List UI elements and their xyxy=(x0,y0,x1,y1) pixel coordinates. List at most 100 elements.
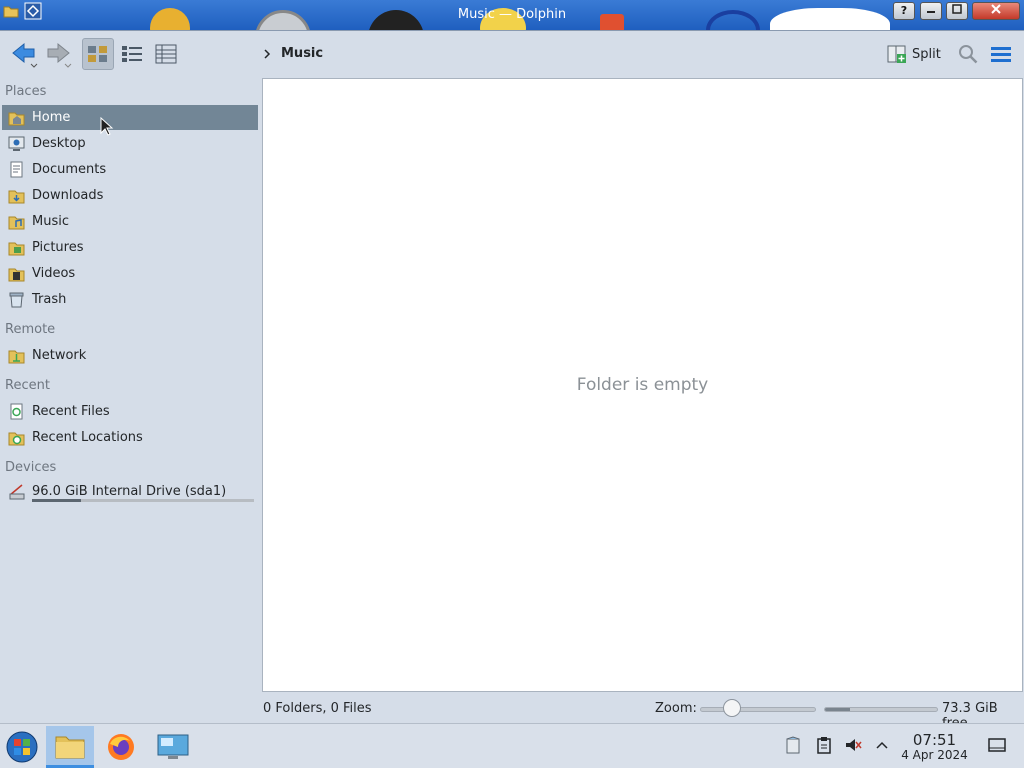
maximize-button[interactable] xyxy=(946,2,968,20)
show-desktop-button[interactable] xyxy=(988,736,1006,754)
title-bar[interactable]: Music — Dolphin ? xyxy=(0,0,1024,31)
section-title-devices: Devices xyxy=(5,460,57,475)
trash-icon xyxy=(8,291,25,308)
place-pictures[interactable]: Pictures xyxy=(2,235,258,260)
hamburger-menu-icon xyxy=(991,47,1011,62)
place-network[interactable]: Network xyxy=(2,343,258,368)
place-documents[interactable]: Documents xyxy=(2,157,258,182)
place-label: Recent Locations xyxy=(32,430,143,445)
place-label: Recent Files xyxy=(32,404,110,419)
place-music[interactable]: Music xyxy=(2,209,258,234)
tray-clipboard[interactable] xyxy=(815,736,833,754)
music-folder-icon xyxy=(8,213,25,230)
search-button[interactable] xyxy=(952,38,984,70)
taskbar: 07:51 4 Apr 2024 xyxy=(0,723,1024,768)
home-folder-icon xyxy=(8,109,25,126)
recent-files-icon xyxy=(8,403,25,420)
place-label: 96.0 GiB Internal Drive (sda1) xyxy=(32,484,227,499)
tray-expander[interactable] xyxy=(873,736,891,754)
downloads-folder-icon xyxy=(8,187,25,204)
documents-icon xyxy=(8,161,25,178)
compact-view-button[interactable] xyxy=(116,38,148,70)
chevron-up-icon xyxy=(876,741,888,749)
place-label: Pictures xyxy=(32,240,84,255)
zoom-label: Zoom: xyxy=(655,701,697,716)
videos-folder-icon xyxy=(8,265,25,282)
clock-date: 4 Apr 2024 xyxy=(901,748,968,762)
clock[interactable]: 07:51 4 Apr 2024 xyxy=(897,732,972,762)
show-desktop-icon xyxy=(988,738,1006,752)
place-label: Downloads xyxy=(32,188,104,203)
file-view[interactable]: Folder is empty xyxy=(262,78,1023,692)
file-manager-icon xyxy=(55,736,85,758)
vault-icon xyxy=(786,736,800,754)
place-recent-files[interactable]: Recent Files xyxy=(2,399,258,424)
place-videos[interactable]: Videos xyxy=(2,261,258,286)
desktop-icon xyxy=(8,135,25,152)
icons-view-button[interactable] xyxy=(82,38,114,70)
section-title-places: Places xyxy=(5,84,47,99)
breadcrumb-music[interactable]: Music xyxy=(281,46,323,61)
clipboard-icon xyxy=(817,737,831,754)
free-space-fill xyxy=(825,708,850,711)
tray-volume[interactable] xyxy=(844,736,862,754)
status-bar: 0 Folders, 0 Files Zoom: 73.3 GiB free xyxy=(262,698,1024,731)
place-recent-locations[interactable]: Recent Locations xyxy=(2,425,258,450)
drive-usage-fill xyxy=(32,499,81,502)
drive-usage-bar xyxy=(32,499,254,502)
firefox-icon xyxy=(108,734,134,760)
network-folder-icon xyxy=(8,347,25,364)
pictures-folder-icon xyxy=(8,239,25,256)
zoom-slider-handle[interactable] xyxy=(723,699,742,717)
place-downloads[interactable]: Downloads xyxy=(2,183,258,208)
place-label: Trash xyxy=(32,292,67,307)
clock-time: 07:51 xyxy=(912,731,957,749)
chevron-right-icon xyxy=(264,48,271,59)
toolbar: Music Split xyxy=(0,31,1024,77)
taskbar-dolphin[interactable] xyxy=(46,726,94,768)
compact-view-icon xyxy=(122,46,142,62)
start-orb-icon xyxy=(6,731,38,763)
places-panel: Places Home Desktop Documents Downloads … xyxy=(0,77,262,697)
start-menu-button[interactable] xyxy=(2,726,42,768)
minimize-button[interactable] xyxy=(920,2,942,20)
details-view-icon xyxy=(155,44,177,64)
hard-drive-icon xyxy=(8,483,25,500)
hamburger-menu-button[interactable] xyxy=(985,38,1017,70)
free-space-bar xyxy=(824,707,938,712)
taskbar-system-settings[interactable] xyxy=(150,726,196,768)
help-button[interactable]: ? xyxy=(893,2,915,20)
place-home[interactable]: Home xyxy=(2,105,258,130)
place-label: Music xyxy=(32,214,69,229)
split-button[interactable]: Split xyxy=(886,42,941,66)
window-title: Music — Dolphin xyxy=(457,7,567,22)
section-title-remote: Remote xyxy=(5,322,56,337)
zoom-slider[interactable] xyxy=(700,707,816,712)
system-settings-icon xyxy=(157,734,189,759)
details-view-button[interactable] xyxy=(150,38,182,70)
place-label: Videos xyxy=(32,266,76,281)
split-view-icon xyxy=(887,45,906,63)
empty-folder-message: Folder is empty xyxy=(576,375,709,395)
recent-locations-icon xyxy=(8,429,25,446)
search-icon xyxy=(959,45,978,64)
forward-arrow-icon xyxy=(47,42,72,68)
place-label: Desktop xyxy=(32,136,86,151)
taskbar-firefox[interactable] xyxy=(100,726,142,768)
mouse-cursor-icon xyxy=(100,117,114,136)
place-trash[interactable]: Trash xyxy=(2,287,258,312)
tray-vault[interactable] xyxy=(784,736,802,754)
folder-summary: 0 Folders, 0 Files xyxy=(263,701,372,716)
icons-view-icon xyxy=(88,46,107,62)
section-title-recent: Recent xyxy=(5,378,50,393)
volume-muted-icon xyxy=(846,739,862,751)
forward-button[interactable] xyxy=(42,38,74,70)
place-desktop[interactable]: Desktop xyxy=(2,131,258,156)
split-label: Split xyxy=(912,46,941,62)
place-label: Home xyxy=(32,110,71,125)
back-button[interactable] xyxy=(8,38,40,70)
place-label: Documents xyxy=(32,162,107,177)
breadcrumb[interactable]: Music xyxy=(263,46,323,61)
back-arrow-icon xyxy=(12,42,38,68)
close-button[interactable] xyxy=(972,2,1020,20)
